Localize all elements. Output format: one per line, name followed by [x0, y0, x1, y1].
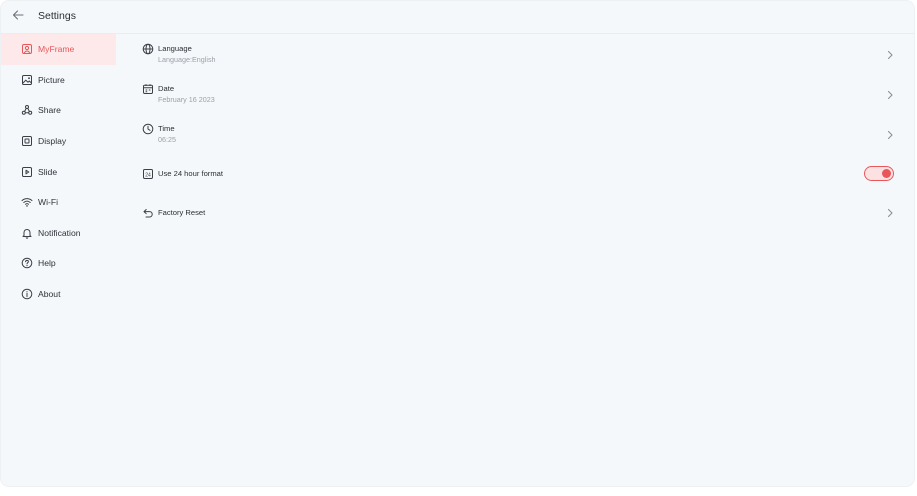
- sidebar-item-wifi[interactable]: Wi-Fi: [1, 187, 116, 218]
- calendar-icon: [142, 83, 154, 95]
- globe-icon: [142, 43, 154, 55]
- date-setting[interactable]: Date February 16 2023: [142, 82, 894, 108]
- sidebar-item-label: Wi-Fi: [38, 197, 59, 208]
- language-label: Language: [158, 44, 192, 53]
- image-icon: [21, 74, 33, 86]
- factory-reset-setting[interactable]: Factory Reset: [142, 206, 894, 220]
- 24h-icon: 24: [142, 168, 154, 180]
- sidebar-item-picture[interactable]: Picture: [1, 65, 116, 96]
- sidebar-item-display[interactable]: Display: [1, 126, 116, 157]
- info-circle-icon: [21, 288, 33, 300]
- factory-reset-label: Factory Reset: [158, 208, 206, 217]
- hour-format-label: Use 24 hour format: [158, 169, 223, 178]
- sidebar-item-about[interactable]: About: [1, 279, 116, 310]
- time-setting[interactable]: Time 06:25: [142, 122, 894, 148]
- time-value: 06:25: [158, 135, 176, 144]
- sidebar-item-label: Help: [38, 258, 56, 269]
- question-circle-icon: [21, 257, 33, 269]
- header-divider: [1, 33, 914, 34]
- sidebar-item-label: About: [38, 289, 61, 300]
- chevron-right-icon: [886, 208, 894, 218]
- sidebar-item-label: Slide: [38, 166, 58, 177]
- slideshow-play-icon: [21, 166, 33, 178]
- settings-window: Settings MyFrame Picture Share Display S…: [1, 1, 914, 486]
- hour-format-setting: 24 Use 24 hour format: [142, 167, 894, 181]
- sidebar-item-myframe[interactable]: MyFrame: [1, 34, 116, 65]
- date-value: February 16 2023: [158, 95, 215, 104]
- time-label: Time: [158, 124, 175, 133]
- clock-icon: [142, 123, 154, 135]
- sidebar-item-label: Display: [38, 136, 67, 147]
- display-icon: [21, 135, 33, 147]
- wifi-icon: [21, 196, 33, 208]
- sidebar-item-notification[interactable]: Notification: [1, 218, 116, 249]
- toggle-knob: [881, 168, 891, 178]
- date-label: Date: [158, 84, 175, 93]
- sidebar-item-label: Notification: [38, 227, 81, 238]
- header: Settings: [1, 1, 914, 31]
- language-value: Language:English: [158, 55, 216, 64]
- sidebar-item-slide[interactable]: Slide: [1, 156, 116, 187]
- sidebar: MyFrame Picture Share Display Slide Wi-F…: [1, 34, 116, 309]
- language-setting[interactable]: Language Language:English: [142, 42, 894, 68]
- sidebar-item-help[interactable]: Help: [1, 248, 116, 279]
- arrow-left-icon: [12, 10, 24, 20]
- bell-icon: [21, 227, 33, 239]
- sidebar-item-label: Share: [38, 105, 61, 116]
- hour-format-toggle[interactable]: [864, 166, 894, 181]
- sidebar-item-label: MyFrame: [38, 44, 75, 55]
- svg-text:24: 24: [145, 172, 151, 178]
- user-portrait-icon: [21, 43, 33, 55]
- undo-icon: [142, 207, 154, 219]
- sidebar-item-label: Picture: [38, 74, 65, 85]
- sidebar-item-share[interactable]: Share: [1, 95, 116, 126]
- page-title: Settings: [38, 10, 76, 22]
- chevron-right-icon: [886, 90, 894, 100]
- share-icon: [21, 104, 33, 116]
- chevron-right-icon: [886, 50, 894, 60]
- back-button[interactable]: [10, 7, 26, 23]
- chevron-right-icon: [886, 130, 894, 140]
